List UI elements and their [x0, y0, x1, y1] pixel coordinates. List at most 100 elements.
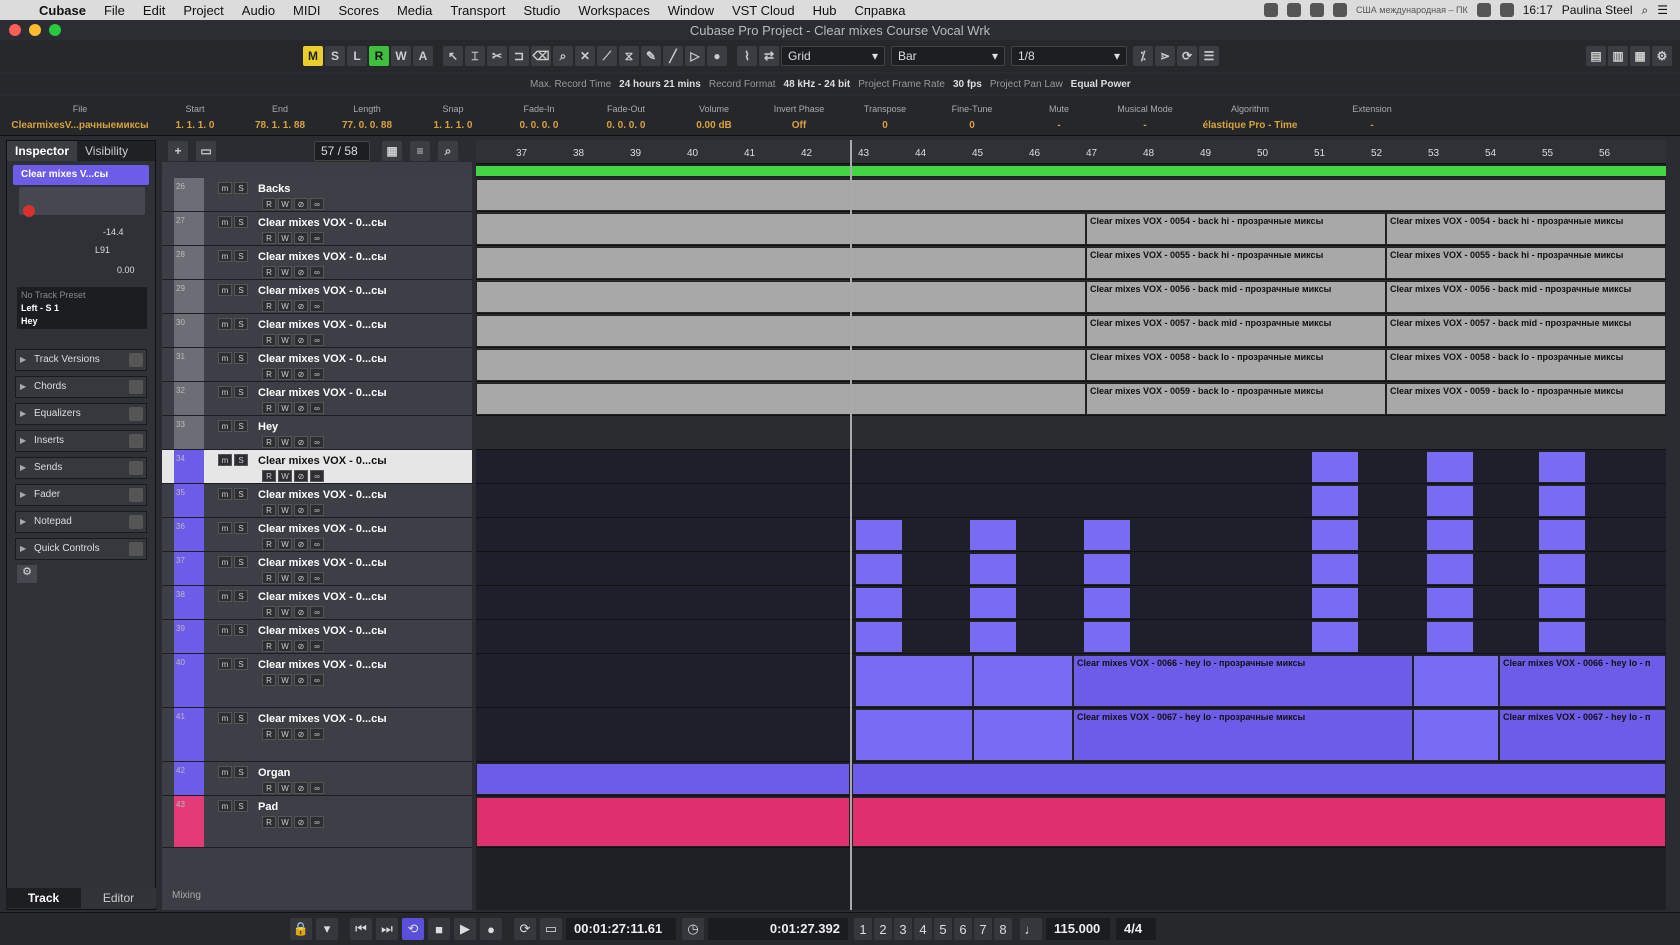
- lanes-icon[interactable]: ⊘: [294, 674, 308, 686]
- audio-event[interactable]: Clear mixes VOX - 0057 - back mid - проз…: [1086, 315, 1386, 347]
- mute-button[interactable]: m: [218, 712, 232, 724]
- audio-event[interactable]: [476, 797, 850, 847]
- mute-button[interactable]: m: [218, 386, 232, 398]
- line-tool-icon[interactable]: ╱: [663, 46, 683, 66]
- quantize-select[interactable]: 1/8 ▾: [1011, 46, 1127, 66]
- cycle-icon[interactable]: ⟲: [402, 918, 424, 940]
- tab-track[interactable]: Track: [6, 888, 81, 908]
- track-row[interactable]: 35 m S Clear mixes VOX - 0...сы R W ⊘ ∞: [162, 484, 472, 518]
- audio-event[interactable]: [1538, 519, 1586, 551]
- info-fine-tune[interactable]: Fine-Tune 0: [937, 104, 1007, 131]
- track-name[interactable]: Clear mixes VOX - 0...сы: [258, 591, 387, 603]
- write-button[interactable]: W: [278, 606, 292, 618]
- section-chords[interactable]: Chords: [15, 376, 147, 398]
- audio-event[interactable]: [1426, 621, 1474, 653]
- audio-event[interactable]: [1538, 485, 1586, 517]
- lanes-icon[interactable]: ⊘: [294, 198, 308, 210]
- minimize-button[interactable]: [29, 24, 41, 36]
- track-lane[interactable]: [476, 586, 1666, 620]
- info-length[interactable]: Length 77. 0. 0. 88: [330, 104, 404, 131]
- audio-event[interactable]: [476, 179, 1666, 211]
- solo-button[interactable]: S: [234, 766, 248, 778]
- track-count[interactable]: 57 / 58: [314, 141, 370, 161]
- audio-event[interactable]: [973, 655, 1073, 707]
- audio-event[interactable]: Clear mixes VOX - 0056 - back mid - проз…: [1386, 281, 1666, 313]
- marker-8[interactable]: 8: [994, 918, 1012, 940]
- link-icon[interactable]: ∞: [310, 728, 324, 740]
- track-row[interactable]: 37 m S Clear mixes VOX - 0...сы R W ⊘ ∞: [162, 552, 472, 586]
- solo-button[interactable]: S: [234, 216, 248, 228]
- audio-event[interactable]: [973, 709, 1073, 761]
- layout-left-icon[interactable]: ▤: [1586, 46, 1606, 66]
- marker-7[interactable]: 7: [974, 918, 992, 940]
- punch-icon[interactable]: ⟳: [514, 918, 536, 940]
- write-automation-button[interactable]: W: [391, 46, 411, 66]
- link-icon[interactable]: ∞: [310, 368, 324, 380]
- audio-event[interactable]: [1426, 553, 1474, 585]
- lanes-icon[interactable]: ⊘: [294, 368, 308, 380]
- track-name[interactable]: Backs: [258, 183, 290, 195]
- link-icon[interactable]: ∞: [310, 782, 324, 794]
- menu-workspaces[interactable]: Workspaces: [569, 3, 658, 18]
- write-button[interactable]: W: [278, 538, 292, 550]
- link-icon[interactable]: ∞: [310, 436, 324, 448]
- lanes-icon[interactable]: ⊘: [294, 266, 308, 278]
- write-button[interactable]: W: [278, 402, 292, 414]
- audio-event[interactable]: [1311, 485, 1359, 517]
- audio-event[interactable]: [969, 587, 1017, 619]
- audio-event[interactable]: Clear mixes VOX - 0067 - hey lo - п: [1499, 709, 1666, 761]
- solo-button[interactable]: S: [234, 386, 248, 398]
- audio-event[interactable]: [1311, 553, 1359, 585]
- glue-tool-icon[interactable]: ⊐: [509, 46, 529, 66]
- menu-file[interactable]: File: [95, 3, 134, 18]
- audio-event[interactable]: [852, 763, 1666, 795]
- info-invert-phase[interactable]: Invert Phase Off: [764, 104, 834, 131]
- section-equalizers[interactable]: Equalizers: [15, 403, 147, 425]
- write-button[interactable]: W: [278, 232, 292, 244]
- audio-event[interactable]: Clear mixes VOX - 0058 - back lo - прозр…: [1386, 349, 1666, 381]
- solo-button[interactable]: S: [234, 624, 248, 636]
- signature-display[interactable]: 4/4: [1116, 918, 1156, 940]
- track-row[interactable]: 43 m S Pad R W ⊘ ∞: [162, 796, 472, 848]
- section-fader[interactable]: Fader: [15, 484, 147, 506]
- project-cursor[interactable]: [850, 140, 852, 910]
- tab-visibility[interactable]: Visibility: [77, 141, 136, 161]
- info-fade-in[interactable]: Fade-In 0. 0. 0. 0: [504, 104, 574, 131]
- mute-button[interactable]: m: [218, 250, 232, 262]
- audio-event[interactable]: [852, 797, 1666, 847]
- audio-event[interactable]: [1311, 519, 1359, 551]
- play-icon[interactable]: ▶: [454, 918, 476, 940]
- section-notepad[interactable]: Notepad: [15, 511, 147, 533]
- audio-event[interactable]: [969, 621, 1017, 653]
- frame-value[interactable]: 30 fps: [953, 79, 982, 90]
- track-row[interactable]: 40 m S Clear mixes VOX - 0...сы R W ⊘ ∞: [162, 654, 472, 708]
- read-button[interactable]: R: [262, 368, 276, 380]
- solo-button[interactable]: S: [234, 800, 248, 812]
- keyboard-layout[interactable]: США международная – ПК: [1356, 5, 1468, 15]
- a-button[interactable]: A: [413, 46, 433, 66]
- marker-icon[interactable]: ▾: [316, 918, 338, 940]
- lanes-icon[interactable]: ⊘: [294, 816, 308, 828]
- write-button[interactable]: W: [278, 436, 292, 448]
- lanes-icon[interactable]: ⊘: [294, 232, 308, 244]
- mute-button[interactable]: m: [218, 454, 232, 466]
- apply-quantize-icon[interactable]: ⋗: [1155, 46, 1175, 66]
- grid-unit-select[interactable]: Bar ▾: [891, 46, 1005, 66]
- clock[interactable]: 16:17: [1523, 3, 1553, 17]
- color-tool-icon[interactable]: ●: [707, 46, 727, 66]
- stop-icon[interactable]: ■: [428, 918, 450, 940]
- layout-right-icon[interactable]: ▦: [1630, 46, 1650, 66]
- audio-event[interactable]: [1083, 587, 1131, 619]
- link-icon[interactable]: ∞: [310, 402, 324, 414]
- solo-button[interactable]: S: [234, 590, 248, 602]
- audio-event[interactable]: [855, 553, 903, 585]
- audio-event[interactable]: [1311, 451, 1359, 483]
- audio-event[interactable]: [1083, 553, 1131, 585]
- track-row[interactable]: 39 m S Clear mixes VOX - 0...сы R W ⊘ ∞: [162, 620, 472, 654]
- info-snap[interactable]: Snap 1. 1. 1. 0: [418, 104, 488, 131]
- write-button[interactable]: W: [278, 470, 292, 482]
- audio-event[interactable]: [1426, 519, 1474, 551]
- link-icon[interactable]: ∞: [310, 504, 324, 516]
- mute-button[interactable]: m: [218, 522, 232, 534]
- audio-event[interactable]: [855, 655, 973, 707]
